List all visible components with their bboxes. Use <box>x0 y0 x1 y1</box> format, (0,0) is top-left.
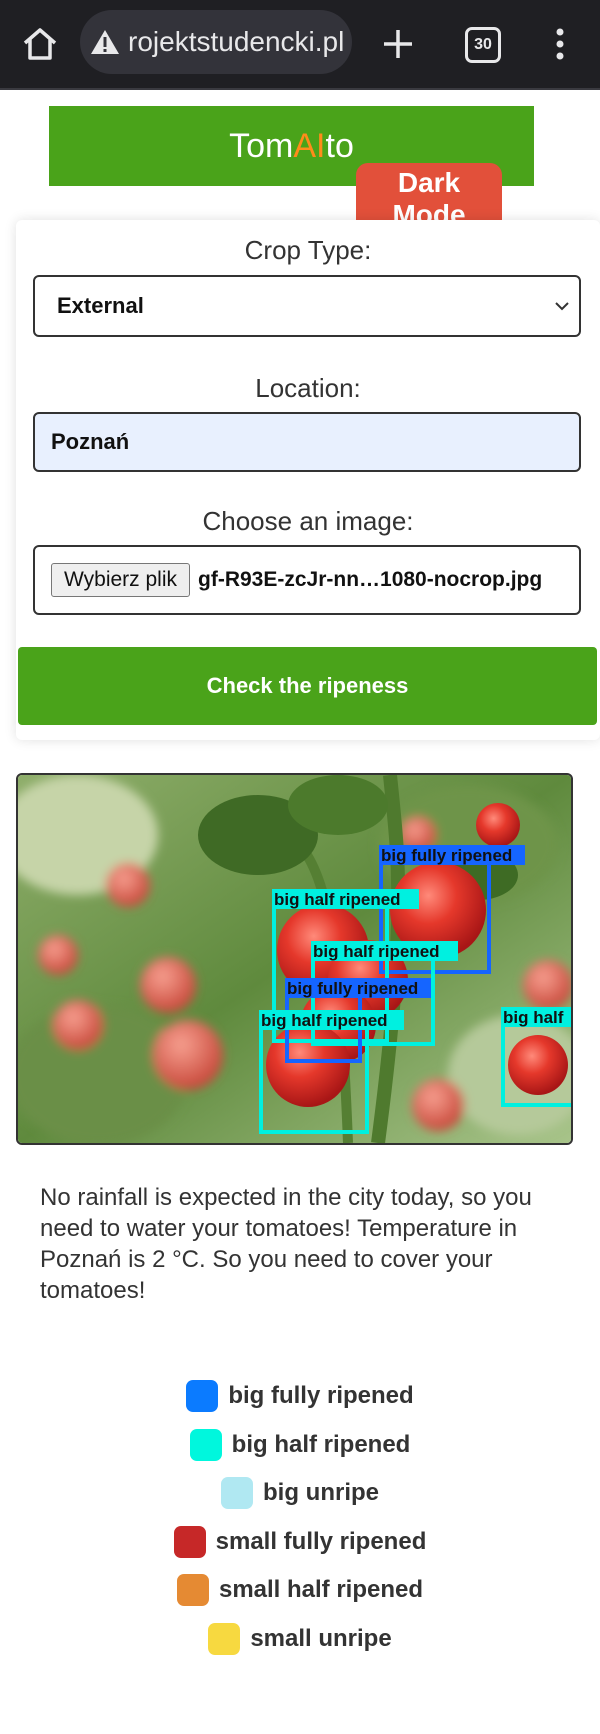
legend-swatch <box>208 1622 241 1655</box>
legend-swatch <box>173 1525 206 1558</box>
home-icon[interactable] <box>20 24 60 64</box>
tab-count-button[interactable]: 30 <box>465 27 501 63</box>
legend-item: small unripe <box>0 1615 600 1664</box>
image-label: Choose an image: <box>202 506 414 536</box>
detection-image: big fully ripened big half ripened big h… <box>18 775 571 1143</box>
legend-item: small fully ripened <box>0 1518 600 1567</box>
app-title: TomAIto <box>229 126 354 165</box>
weather-message: No rainfall is expected in the city toda… <box>40 1184 532 1304</box>
tomato-photo: big fully ripened big half ripened big h… <box>16 773 573 1145</box>
more-menu-icon[interactable] <box>548 24 572 64</box>
crop-type-label: Crop Type: <box>244 235 372 265</box>
legend: big fully ripened big half ripened big u… <box>0 1372 600 1663</box>
legend-item: big fully ripened <box>0 1372 600 1421</box>
legend-swatch <box>221 1477 253 1510</box>
location-label: Location: <box>255 373 361 403</box>
legend-item: small half ripened <box>0 1566 600 1615</box>
legend-swatch <box>189 1428 222 1461</box>
legend-swatch <box>176 1574 209 1607</box>
tomato <box>476 803 520 847</box>
warning-icon[interactable] <box>90 28 120 56</box>
choose-file-button[interactable]: Wybierz plik <box>51 563 190 597</box>
url-text: rojektstudencki.pl <box>128 26 345 57</box>
svg-text:big half ripened: big half ripened <box>261 1011 388 1030</box>
crop-type-select[interactable]: External <box>33 275 581 337</box>
svg-text:big half: big half <box>503 1008 564 1027</box>
tomato <box>508 1035 568 1095</box>
svg-text:big half ripened: big half ripened <box>274 890 401 909</box>
check-ripeness-button[interactable]: Check the ripeness <box>18 647 597 725</box>
file-input[interactable]: Wybierz plik gf-R93E-zcJr-nn…1080-nocrop… <box>33 545 581 615</box>
svg-text:big fully ripened: big fully ripened <box>287 979 418 998</box>
chevron-down-icon <box>555 302 569 311</box>
address-bar[interactable]: rojektstudencki.pl <box>80 10 352 74</box>
file-name: gf-R93E-zcJr-nn…1080-nocrop.jpg <box>198 568 543 591</box>
browser-toolbar: rojektstudencki.pl 30 <box>0 0 600 90</box>
tomato <box>266 1023 350 1107</box>
new-tab-icon[interactable] <box>378 24 418 64</box>
location-input[interactable]: Poznań <box>33 412 581 472</box>
svg-text:big half ripened: big half ripened <box>313 942 440 961</box>
legend-swatch <box>186 1380 219 1413</box>
svg-text:big fully ripened: big fully ripened <box>381 846 512 865</box>
legend-item: big half ripened <box>0 1421 600 1470</box>
legend-item: big unripe <box>0 1469 600 1518</box>
